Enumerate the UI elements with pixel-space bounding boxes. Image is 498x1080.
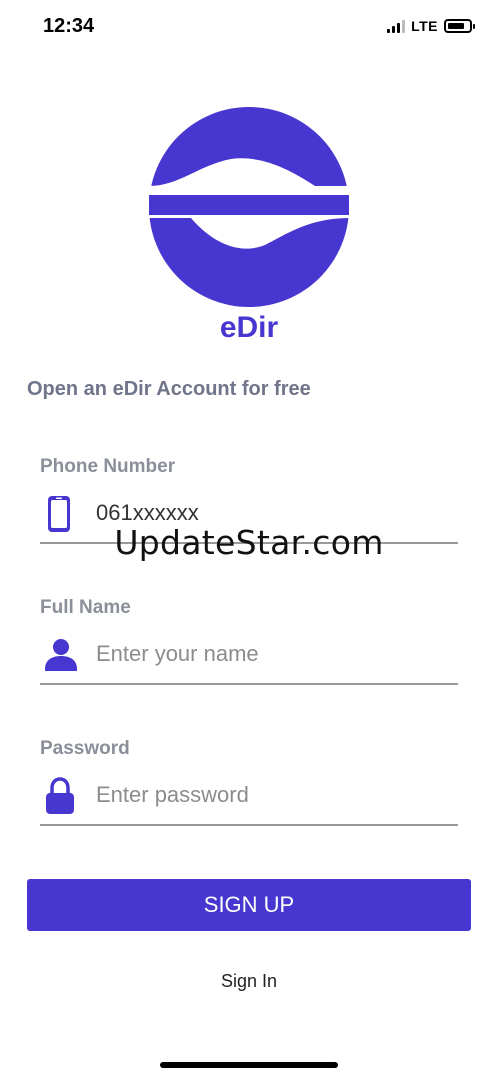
status-indicators: LTE <box>387 18 475 34</box>
cellular-signal-icon <box>387 19 406 33</box>
watermark-text: UpdateStar.com <box>114 523 384 562</box>
status-bar: 12:34 LTE <box>0 0 498 56</box>
brand-name: eDir <box>219 311 279 344</box>
home-indicator[interactable] <box>160 1062 338 1068</box>
full-name-label: Full Name <box>40 597 131 618</box>
edir-logo-icon <box>149 107 349 307</box>
signup-screen: 12:34 LTE eDir Open an eDir Account for … <box>0 0 498 1080</box>
password-underline <box>40 824 458 826</box>
full-name-underline <box>40 683 458 685</box>
sign-in-link[interactable]: Sign In <box>0 971 498 992</box>
lock-icon <box>46 777 74 814</box>
person-icon <box>45 639 77 671</box>
status-time: 12:34 <box>43 15 95 37</box>
phone-number-label: Phone Number <box>40 456 176 477</box>
password-input[interactable] <box>96 778 456 812</box>
network-type-label: LTE <box>411 18 438 34</box>
full-name-input[interactable] <box>96 637 456 671</box>
full-name-field: Full Name <box>40 597 458 697</box>
battery-level <box>448 23 464 29</box>
sign-up-button[interactable]: SIGN UP <box>27 879 471 931</box>
page-subtitle: Open an eDir Account for free <box>27 378 311 400</box>
password-field: Password <box>40 738 458 838</box>
password-label: Password <box>40 738 130 759</box>
battery-icon <box>444 19 475 33</box>
